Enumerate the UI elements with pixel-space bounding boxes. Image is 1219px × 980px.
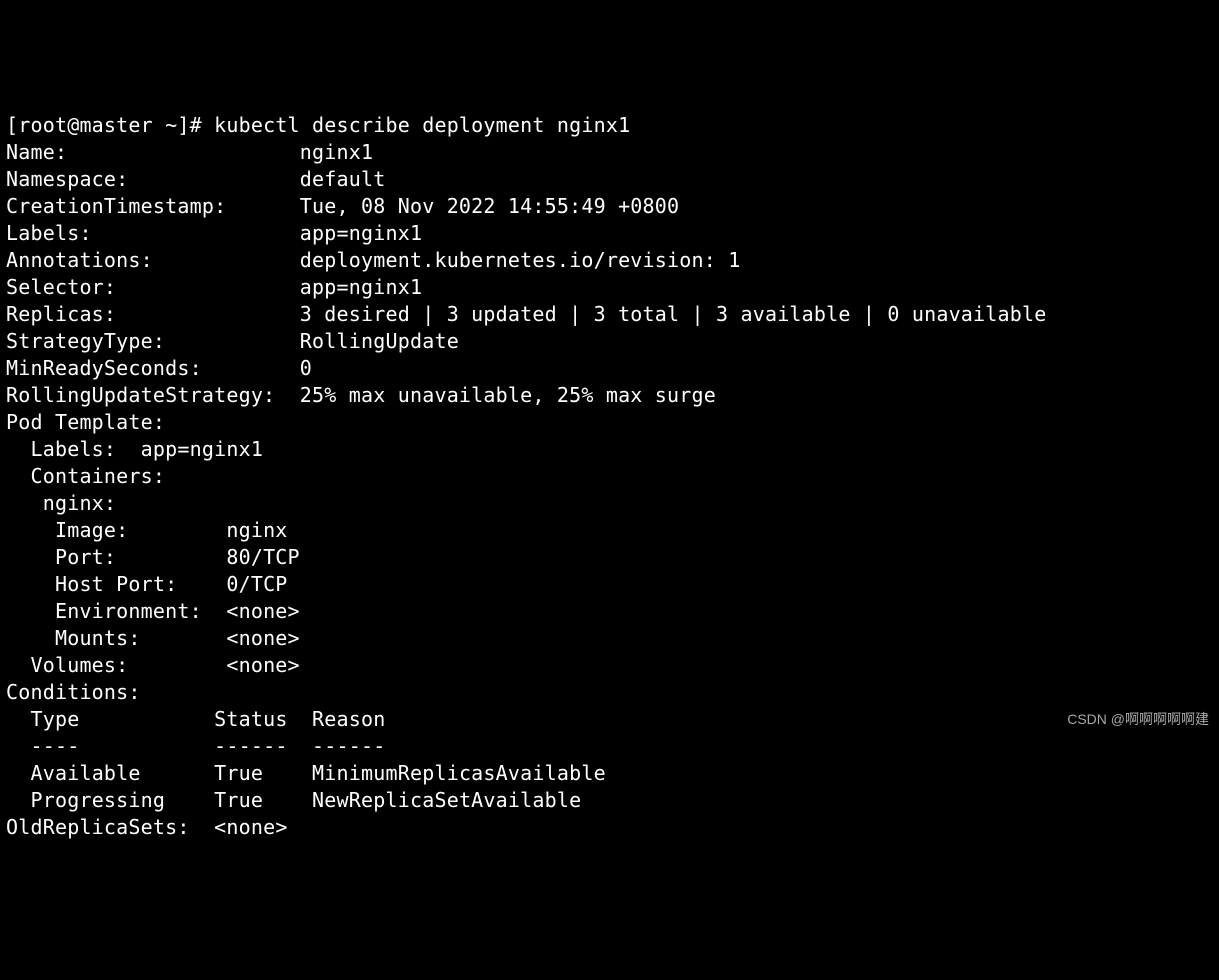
conditions-row1-gap2 <box>263 788 312 812</box>
container-name-text: nginx: <box>43 491 116 515</box>
container-hostport-value: 0/TCP <box>226 572 287 596</box>
conditions-row0-gap2 <box>263 761 312 785</box>
conditions-div-gap1 <box>79 734 214 758</box>
field-name-Selector: Selector: <box>6 275 300 299</box>
volumes-label: Volumes: <box>6 653 226 677</box>
container-mounts-label: Mounts: <box>6 626 226 650</box>
conditions-row0-status: True <box>214 761 263 785</box>
container-env-value: <none> <box>226 599 299 623</box>
conditions-row0-gap1 <box>141 761 214 785</box>
conditions-row1-reason: NewReplicaSetAvailable <box>312 788 581 812</box>
container-image-label: Image: <box>6 518 226 542</box>
field-value-Namespace: default <box>300 167 386 191</box>
conditions-col-type-text: Type <box>30 707 79 731</box>
conditions-col-gap1 <box>79 707 214 731</box>
conditions-row1-gap1 <box>165 788 214 812</box>
container-image-value: nginx <box>226 518 287 542</box>
conditions-row-prefix <box>6 761 30 785</box>
field-value-MinReadySeconds: 0 <box>300 356 312 380</box>
container-env-label: Environment: <box>6 599 226 623</box>
container-hostport-label: Host Port: <box>6 572 226 596</box>
conditions-row1-status: True <box>214 788 263 812</box>
pod-template-labels-value: app=nginx1 <box>141 437 263 461</box>
conditions-div-status: ------ <box>214 734 287 758</box>
conditions-col-gap2 <box>288 707 312 731</box>
container-mounts-value: <none> <box>226 626 299 650</box>
field-name-Replicas: Replicas: <box>6 302 300 326</box>
conditions-header: Conditions: <box>6 680 141 704</box>
conditions-row-prefix <box>6 788 30 812</box>
container-port-value: 80/TCP <box>226 545 299 569</box>
conditions-col-reason-text: Reason <box>312 707 385 731</box>
field-name-OldReplicaSets: OldReplicaSets: <box>6 815 214 839</box>
field-value-Annotations: deployment.kubernetes.io/revision: 1 <box>300 248 741 272</box>
field-value-OldReplicaSets: <none> <box>214 815 287 839</box>
container-port-label: Port: <box>6 545 226 569</box>
pod-template-containers-header-text: Containers: <box>30 464 165 488</box>
pod-template-containers-header <box>6 464 30 488</box>
field-name-Name: Name: <box>6 140 300 164</box>
conditions-col-type <box>6 707 30 731</box>
conditions-div-reason: ------ <box>312 734 385 758</box>
conditions-div-type: ---- <box>30 734 79 758</box>
field-name-Annotations: Annotations: <box>6 248 300 272</box>
shell-prompt: [root@master ~]# <box>6 113 214 137</box>
field-value-Replicas: 3 desired | 3 updated | 3 total | 3 avai… <box>300 302 1047 326</box>
field-value-StrategyType: RollingUpdate <box>300 329 459 353</box>
pod-template-header: Pod Template: <box>6 410 165 434</box>
field-value-Labels: app=nginx1 <box>300 221 422 245</box>
volumes-value: <none> <box>226 653 299 677</box>
conditions-row1-type: Progressing <box>30 788 165 812</box>
field-value-CreationTimestamp: Tue, 08 Nov 2022 14:55:49 +0800 <box>300 194 679 218</box>
conditions-row0-reason: MinimumReplicasAvailable <box>312 761 606 785</box>
watermark: CSDN @啊啊啊啊啊建 <box>1067 710 1209 729</box>
container-name <box>6 491 43 515</box>
field-name-Labels: Labels: <box>6 221 300 245</box>
conditions-col-status-text: Status <box>214 707 287 731</box>
field-value-Selector: app=nginx1 <box>300 275 422 299</box>
field-value-RollingUpdateStrategy: 25% max unavailable, 25% max surge <box>300 383 716 407</box>
field-name-RollingUpdateStrategy: RollingUpdateStrategy: <box>6 383 300 407</box>
field-name-Namespace: Namespace: <box>6 167 300 191</box>
field-name-CreationTimestamp: CreationTimestamp: <box>6 194 300 218</box>
conditions-div-gap2 <box>288 734 312 758</box>
conditions-div-prefix <box>6 734 30 758</box>
pod-template-labels-label: Labels: <box>6 437 141 461</box>
conditions-row0-type: Available <box>30 761 140 785</box>
field-name-StrategyType: StrategyType: <box>6 329 300 353</box>
field-name-MinReadySeconds: MinReadySeconds: <box>6 356 300 380</box>
field-value-Name: nginx1 <box>300 140 373 164</box>
command-line[interactable]: kubectl describe deployment nginx1 <box>214 113 630 137</box>
